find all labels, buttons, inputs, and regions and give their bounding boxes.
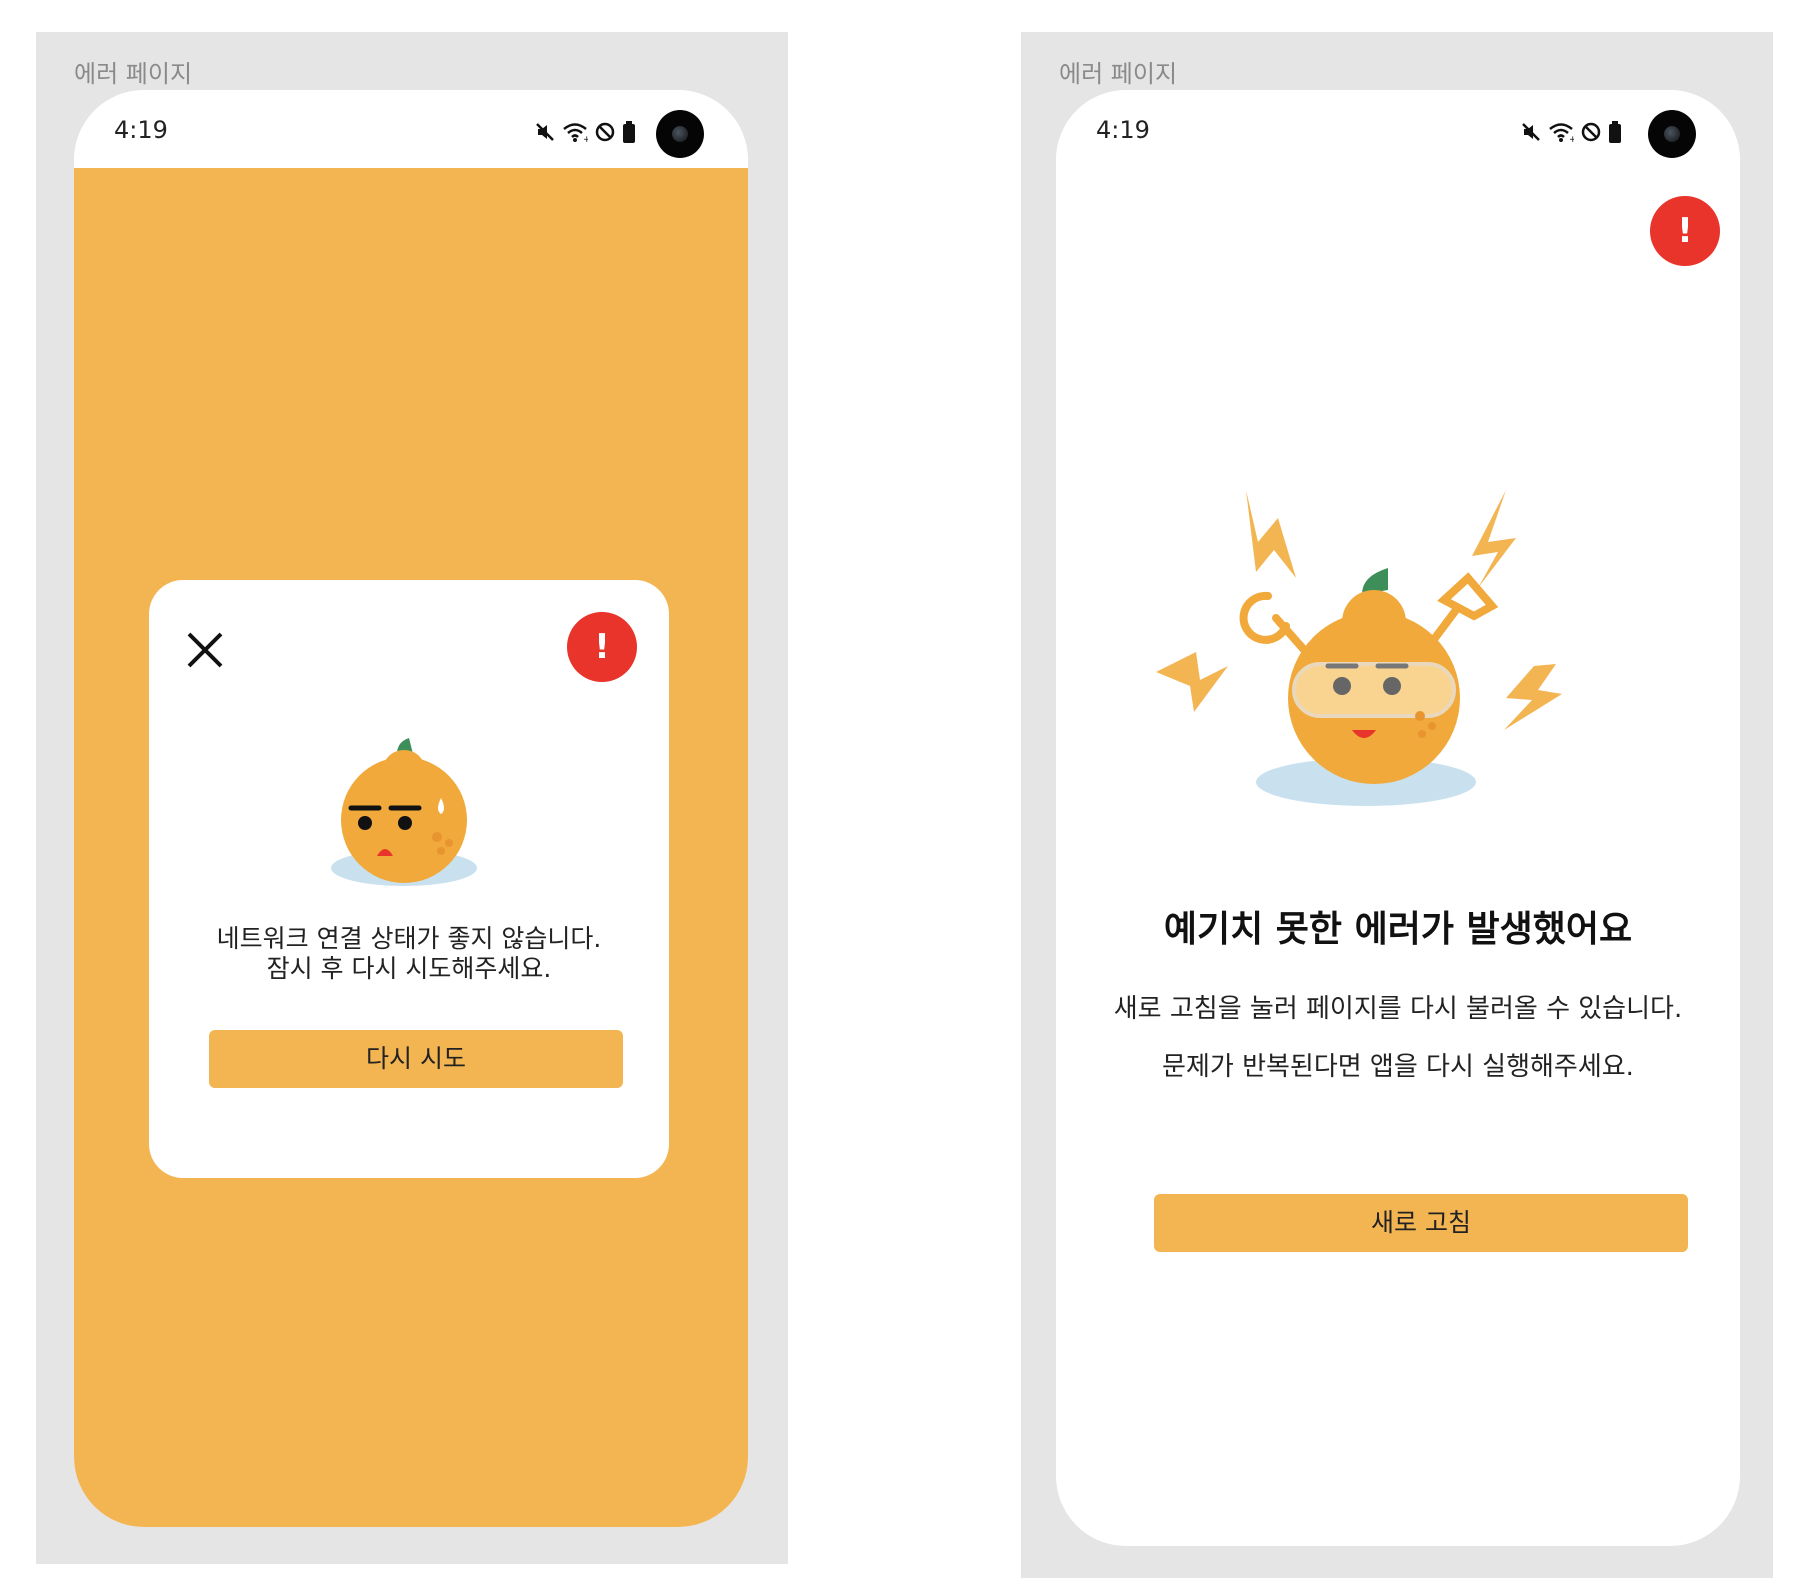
- mute-icon: [536, 123, 554, 141]
- dialog-message-line1: 네트워크 연결 상태가 좋지 않습니다.: [216, 924, 602, 953]
- retry-button[interactable]: 다시 시도: [209, 1030, 623, 1088]
- mute-icon: [1522, 123, 1540, 141]
- dnd-icon: [1581, 122, 1601, 142]
- lightning-icon: [1472, 490, 1516, 588]
- phone-frame: 4:19 +: [1056, 90, 1740, 1546]
- close-icon[interactable]: [185, 630, 225, 670]
- left-panel: 에러 페이지 4:19 + ! 네트워크 연결 상태가 좋지 않습니다. 잠시 …: [36, 32, 788, 1564]
- panel-caption: 에러 페이지: [1059, 60, 1178, 88]
- status-icons: +: [1520, 120, 1622, 144]
- repair-mascot-illustration: [1156, 490, 1562, 806]
- svg-text:+: +: [1569, 135, 1574, 143]
- panel-caption: 에러 페이지: [74, 60, 193, 88]
- camera-icon: [656, 110, 704, 158]
- lightning-icon: [1156, 652, 1228, 712]
- error-title: 예기치 못한 에러가 발생했어요: [1163, 909, 1633, 950]
- dnd-icon: [595, 122, 615, 142]
- dialog-message-line2: 잠시 후 다시 시도해주세요.: [266, 954, 552, 983]
- lightning-icon: [1504, 664, 1562, 730]
- status-icons: +: [534, 120, 636, 144]
- alert-icon: !: [1650, 196, 1720, 266]
- status-bar: 4:19 +: [74, 90, 748, 168]
- network-error-dialog: ! 네트워크 연결 상태가 좋지 않습니다. 잠시 후 다시 시도해주세요. 다…: [149, 580, 669, 1178]
- refresh-button[interactable]: 새로 고침: [1154, 1194, 1688, 1252]
- battery-icon: [623, 121, 635, 143]
- camera-icon: [1648, 110, 1696, 158]
- error-description-line1: 새로 고침을 눌러 페이지를 다시 불러올 수 있습니다.: [1113, 994, 1683, 1024]
- status-time: 4:19: [1096, 116, 1150, 144]
- status-bar: 4:19 +: [1056, 90, 1740, 168]
- status-time: 4:19: [114, 116, 168, 144]
- battery-icon: [1609, 121, 1621, 143]
- wifi-icon: +: [1549, 123, 1574, 143]
- phone-frame: 4:19 +: [74, 90, 748, 1527]
- sad-mascot-illustration: [331, 738, 477, 886]
- error-description-line2: 문제가 반복된다면 앱을 다시 실행해주세요.: [1162, 1052, 1634, 1082]
- svg-text:+: +: [583, 135, 588, 143]
- lightning-icon: [1246, 490, 1296, 578]
- wifi-icon: +: [563, 123, 588, 143]
- alert-icon: !: [567, 612, 637, 682]
- right-panel: 에러 페이지 4:19 + ! 예기치 못한 에러가 발생했어요 새로 고침을 …: [1021, 32, 1773, 1578]
